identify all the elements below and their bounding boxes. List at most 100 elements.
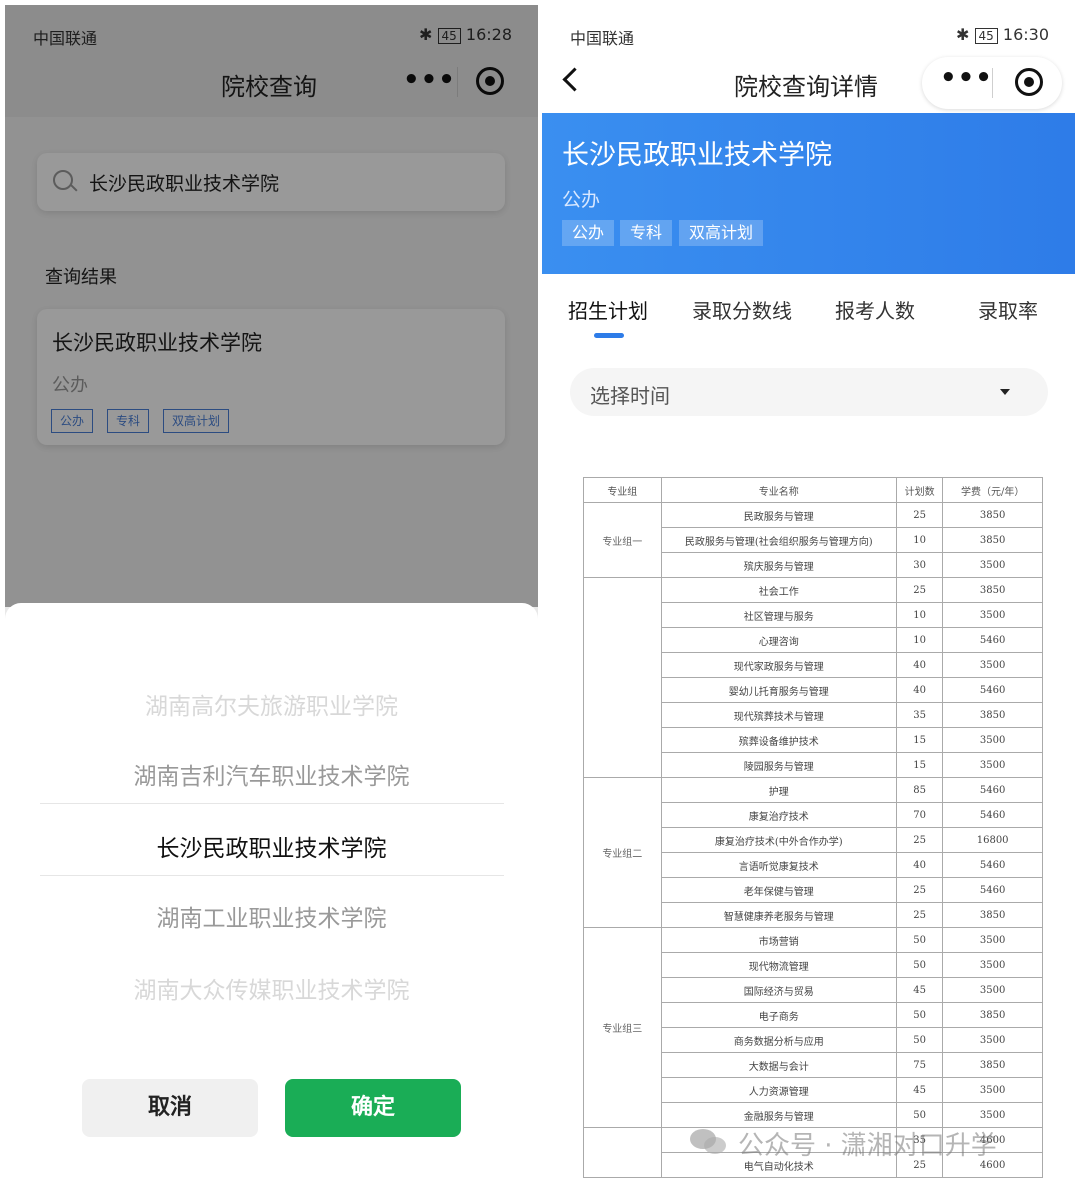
picker-selection-line-top — [40, 803, 504, 804]
watermark: 公众号 · 潇湘对口升学 — [738, 1131, 997, 1161]
major-cell: 民政服务与管理(社会组织服务与管理方向) — [660, 527, 897, 553]
plan-count-cell: 15 — [895, 752, 944, 778]
major-cell: 陵园服务与管理 — [660, 752, 897, 778]
plan-count-cell: 30 — [895, 552, 944, 578]
plan-count-cell: 40 — [895, 652, 944, 678]
picker-item[interactable]: 湖南吉利汽车职业技术学院 — [5, 757, 538, 791]
tag-junior-college: 专科 — [620, 220, 673, 246]
tuition-cell: 3500 — [942, 727, 1043, 753]
column-header: 专业组 — [583, 477, 662, 503]
picker-item[interactable]: 湖南工业职业技术学院 — [5, 899, 538, 933]
tuition-cell: 16800 — [942, 827, 1043, 853]
major-cell: 言语听觉康复技术 — [660, 852, 897, 878]
table-header-row: 专业组 专业名称 计划数 学费（元/年） — [583, 477, 1043, 503]
close-miniapp-icon[interactable] — [1015, 68, 1043, 96]
capsule-divider — [992, 68, 993, 98]
tuition-cell: 3500 — [942, 952, 1043, 978]
miniapp-capsule: ••• — [922, 57, 1062, 109]
tuition-cell: 3500 — [942, 652, 1043, 678]
tuition-cell: 3500 — [942, 1102, 1043, 1128]
time-select[interactable]: 选择时间 — [570, 368, 1048, 416]
enrollment-plan-table: 专业组 专业名称 计划数 学费（元/年） 专业组一 民政服务与管理 25 3850 民政… — [583, 477, 1043, 1178]
group-cell — [583, 577, 662, 778]
tuition-cell: 3500 — [942, 1077, 1043, 1103]
tuition-cell: 3500 — [942, 552, 1043, 578]
carrier-label: 中国联通 — [570, 29, 635, 48]
major-cell: 社区管理与服务 — [660, 602, 897, 628]
plan-count-cell: 10 — [895, 527, 944, 553]
tab-applicant-count[interactable]: 报考人数 — [835, 295, 915, 324]
cancel-button[interactable]: 取消 — [82, 1079, 258, 1137]
tuition-cell: 5460 — [942, 802, 1043, 828]
tuition-cell: 5460 — [942, 852, 1043, 878]
table-row: 专业组一 民政服务与管理 25 3850 — [583, 502, 1043, 578]
plan-count-cell: 85 — [895, 777, 944, 803]
tuition-cell: 3850 — [942, 577, 1043, 603]
group-cell — [583, 1127, 662, 1178]
bluetooth-icon: ✱ — [956, 25, 975, 44]
plan-count-cell: 10 — [895, 602, 944, 628]
wechat-icon-bubble — [704, 1137, 726, 1154]
status-right: ✱ 45 16:30 — [956, 25, 1049, 44]
right-screen: 中国联通 ✱ 45 16:30 院校查询详情 ••• 长沙民政职业技术学院 公办… — [542, 5, 1075, 1187]
clock: 16:30 — [1002, 25, 1049, 44]
table-row: 专业组三 市场营销 50 3500 — [583, 927, 1043, 1128]
tab-enrollment-plan[interactable]: 招生计划 — [568, 295, 648, 324]
tuition-cell: 5460 — [942, 777, 1043, 803]
plan-count-cell: 45 — [895, 1077, 944, 1103]
group-cell: 专业组三 — [583, 927, 662, 1128]
confirm-button[interactable]: 确定 — [285, 1079, 461, 1137]
major-cell: 现代殡葬技术与管理 — [660, 702, 897, 728]
active-tab-indicator — [594, 333, 624, 338]
plan-count-cell: 40 — [895, 852, 944, 878]
major-cell: 婴幼儿托育服务与管理 — [660, 677, 897, 703]
tuition-cell: 3500 — [942, 602, 1043, 628]
left-screen: 长沙民政职业技术学院 查询结果 长沙民政职业技术学院 公办 公办 专科 双高计划… — [5, 5, 538, 1187]
tab-admission-score[interactable]: 录取分数线 — [692, 295, 792, 324]
tag-public: 公办 — [562, 220, 615, 246]
picker-item[interactable]: 湖南大众传媒职业技术学院 — [5, 971, 538, 1005]
picker-selection-line-bottom — [40, 875, 504, 876]
modal-mask[interactable] — [5, 5, 538, 607]
plan-count-cell: 50 — [895, 1002, 944, 1028]
tuition-cell: 3500 — [942, 927, 1043, 953]
plan-count-cell: 50 — [895, 1102, 944, 1128]
picker-item[interactable]: 湖南高尔夫旅游职业学院 — [5, 687, 538, 721]
caret-down-icon — [1000, 389, 1010, 395]
major-cell: 电子商务 — [660, 1002, 897, 1028]
major-cell: 大数据与会计 — [660, 1052, 897, 1078]
plan-count-cell: 40 — [895, 677, 944, 703]
major-cell: 殡庆服务与管理 — [660, 552, 897, 578]
major-cell: 智慧健康养老服务与管理 — [660, 902, 897, 928]
plan-count-cell: 25 — [895, 877, 944, 903]
tuition-cell: 5460 — [942, 877, 1043, 903]
major-cell: 市场营销 — [660, 927, 897, 953]
table-row: 专业组二 护理 85 5460 — [583, 777, 1043, 928]
tab-admission-rate[interactable]: 录取率 — [978, 295, 1038, 324]
major-cell: 商务数据分析与应用 — [660, 1027, 897, 1053]
tuition-cell: 3850 — [942, 527, 1043, 553]
school-type: 公办 — [562, 189, 601, 211]
tuition-cell: 5460 — [942, 677, 1043, 703]
major-cell: 人力资源管理 — [660, 1077, 897, 1103]
plan-count-cell: 25 — [895, 502, 944, 528]
group-cell: 专业组二 — [583, 777, 662, 928]
more-icon[interactable]: ••• — [940, 63, 993, 93]
tuition-cell: 3500 — [942, 977, 1043, 1003]
page-title: 院校查询详情 — [734, 73, 878, 101]
tuition-cell: 5460 — [942, 627, 1043, 653]
tuition-cell: 3850 — [942, 1052, 1043, 1078]
table-body: 专业组一 民政服务与管理 25 3850 民政服务与管理(社会组织服务与管理方向) 10 3… — [583, 502, 1043, 1178]
major-cell: 现代物流管理 — [660, 952, 897, 978]
major-cell: 现代家政服务与管理 — [660, 652, 897, 678]
back-icon[interactable] — [562, 67, 587, 92]
school-banner: 长沙民政职业技术学院 公办 公办 专科 双高计划 — [542, 113, 1075, 274]
tuition-cell: 3850 — [942, 1002, 1043, 1028]
picker-item-selected[interactable]: 长沙民政职业技术学院 — [5, 829, 538, 863]
tag-double-high: 双高计划 — [679, 220, 764, 246]
column-header: 计划数 — [895, 477, 944, 503]
plan-count-cell: 35 — [895, 702, 944, 728]
group-cell: 专业组一 — [583, 502, 662, 578]
major-cell: 护理 — [660, 777, 897, 803]
major-cell: 殡葬设备维护技术 — [660, 727, 897, 753]
